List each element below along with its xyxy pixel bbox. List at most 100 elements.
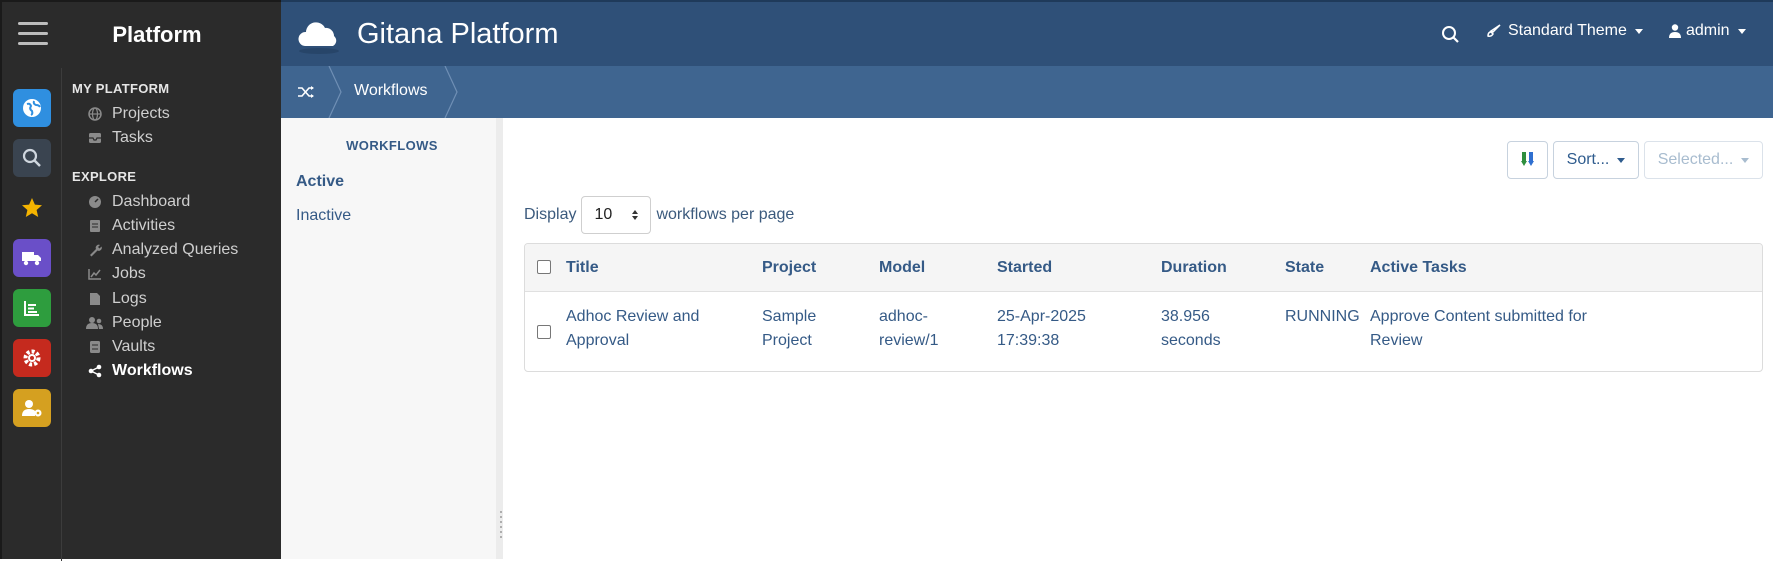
theme-label: Standard Theme bbox=[1508, 22, 1627, 39]
cell-title[interactable]: Adhoc Review and Approval bbox=[566, 305, 736, 353]
user-dropdown[interactable]: admin bbox=[1668, 22, 1746, 40]
chevron-down-icon bbox=[1741, 157, 1750, 163]
breadcrumb: Workflows bbox=[281, 66, 1773, 118]
share-nodes-icon bbox=[86, 362, 104, 380]
column-header-title[interactable]: Title bbox=[566, 259, 599, 277]
sidebar-item-label: Tasks bbox=[112, 129, 153, 146]
sidebar-item-label: Vaults bbox=[112, 338, 156, 355]
select-arrows-icon bbox=[632, 210, 639, 220]
star-icon[interactable] bbox=[13, 189, 51, 227]
export-button[interactable] bbox=[1507, 141, 1548, 179]
column-header-project[interactable]: Project bbox=[762, 259, 816, 277]
shuffle-icon[interactable] bbox=[281, 66, 331, 118]
page-size-value: 10 bbox=[594, 206, 613, 223]
brand-title: Platform bbox=[112, 22, 202, 47]
cloud-logo-icon bbox=[297, 16, 341, 56]
list-chart-icon[interactable] bbox=[13, 289, 51, 327]
hamburger-menu-icon[interactable] bbox=[18, 22, 48, 48]
sidebar-item-label: Jobs bbox=[112, 265, 146, 282]
selected-dropdown[interactable]: Selected... bbox=[1644, 141, 1763, 179]
globe-icon[interactable] bbox=[13, 89, 51, 127]
resize-handle[interactable] bbox=[499, 510, 503, 538]
column-header-model[interactable]: Model bbox=[879, 259, 925, 277]
activity-icon bbox=[86, 217, 104, 235]
workflows-table: Title Project Model Started Duration Sta… bbox=[524, 243, 1763, 372]
sidebar-item-jobs[interactable]: Jobs bbox=[86, 262, 146, 286]
theme-dropdown[interactable]: Standard Theme bbox=[1486, 22, 1643, 40]
section-heading-explore: EXPLORE bbox=[72, 169, 137, 184]
top-header: Gitana Platform Standard Theme admin bbox=[281, 0, 1773, 66]
display-suffix: workflows per page bbox=[656, 206, 795, 223]
breadcrumb-separator bbox=[444, 66, 458, 118]
cell-model: adhoc-review/1 bbox=[879, 308, 939, 349]
chevron-down-icon bbox=[1617, 157, 1626, 163]
left-sidebar: Platform MY PLATFORM Projects Tasks EXPL… bbox=[0, 0, 283, 561]
sidebar-item-label: Logs bbox=[112, 290, 147, 307]
icon-rail bbox=[2, 68, 62, 561]
sidebar-item-projects[interactable]: Projects bbox=[86, 102, 170, 126]
sidebar-item-activities[interactable]: Activities bbox=[86, 214, 175, 238]
vault-icon bbox=[86, 338, 104, 356]
chevron-down-icon bbox=[1634, 28, 1643, 34]
subnav-title: WORKFLOWS bbox=[346, 138, 438, 153]
sidebar-item-workflows[interactable]: Workflows bbox=[86, 359, 193, 383]
select-all-checkbox[interactable] bbox=[537, 260, 551, 274]
subnav-item-active[interactable]: Active bbox=[296, 173, 344, 191]
display-prefix: Display bbox=[524, 206, 577, 223]
sidebar-item-label: People bbox=[112, 314, 162, 331]
sidebar-item-vaults[interactable]: Vaults bbox=[86, 335, 155, 359]
people-icon bbox=[86, 314, 104, 332]
sidebar-item-dashboard[interactable]: Dashboard bbox=[86, 190, 190, 214]
breadcrumb-workflows[interactable]: Workflows bbox=[354, 82, 428, 100]
globe-icon bbox=[86, 105, 104, 123]
sidebar-item-people[interactable]: People bbox=[86, 311, 162, 335]
column-header-active-tasks[interactable]: Active Tasks bbox=[1370, 259, 1467, 277]
table-row[interactable]: Adhoc Review and Approval Sample Project… bbox=[525, 292, 1762, 371]
search-icon[interactable] bbox=[1440, 24, 1462, 46]
column-header-state[interactable]: State bbox=[1285, 259, 1324, 277]
sidebar-item-tasks[interactable]: Tasks bbox=[86, 126, 153, 150]
sidebar-item-label: Projects bbox=[112, 105, 170, 122]
sort-dropdown[interactable]: Sort... bbox=[1553, 141, 1639, 179]
breadcrumb-separator bbox=[328, 66, 342, 118]
row-checkbox[interactable] bbox=[537, 325, 551, 339]
cell-active-tasks[interactable]: Approve Content submitted for Review bbox=[1370, 305, 1610, 353]
app-title: Gitana Platform bbox=[357, 18, 559, 50]
inbox-icon bbox=[86, 129, 104, 147]
download-icon bbox=[1520, 151, 1536, 169]
file-icon bbox=[86, 290, 104, 308]
sidebar-item-label: Activities bbox=[112, 217, 176, 234]
cell-started: 25-Apr-2025 17:39:38 bbox=[997, 308, 1086, 349]
section-heading-my-platform: MY PLATFORM bbox=[72, 81, 170, 96]
selected-label: Selected... bbox=[1657, 151, 1734, 168]
gear-icon[interactable] bbox=[13, 339, 51, 377]
cell-project[interactable]: Sample Project bbox=[762, 305, 852, 353]
column-header-started[interactable]: Started bbox=[997, 259, 1052, 277]
page-size-select[interactable]: 10 bbox=[581, 196, 652, 234]
sidebar-item-analyzed-queries[interactable]: Analyzed Queries bbox=[86, 238, 238, 262]
brush-icon bbox=[1486, 23, 1502, 39]
column-header-duration[interactable]: Duration bbox=[1161, 259, 1227, 277]
sidebar-item-label: Workflows bbox=[112, 362, 193, 379]
user-settings-icon[interactable] bbox=[13, 389, 51, 427]
search-icon[interactable] bbox=[13, 139, 51, 177]
page-size-control: Display 10 workflows per page bbox=[524, 196, 794, 234]
cell-state: RUNNING bbox=[1285, 308, 1360, 325]
user-icon bbox=[1668, 23, 1682, 39]
table-header: Title Project Model Started Duration Sta… bbox=[525, 244, 1762, 292]
wrench-icon bbox=[86, 241, 104, 259]
sort-label: Sort... bbox=[1566, 151, 1610, 168]
workflows-subnav: WORKFLOWS Active Inactive bbox=[281, 118, 503, 559]
sidebar-header: Platform bbox=[2, 2, 283, 68]
sidebar-item-label: Analyzed Queries bbox=[112, 241, 239, 258]
chevron-down-icon bbox=[1737, 28, 1746, 34]
sidebar-item-logs[interactable]: Logs bbox=[86, 287, 147, 311]
chart-icon bbox=[86, 265, 104, 283]
main-content: Sort... Selected... Display 10 workflows… bbox=[510, 118, 1773, 559]
gauge-icon bbox=[86, 193, 104, 211]
truck-icon[interactable] bbox=[13, 239, 51, 277]
sidebar-item-label: Dashboard bbox=[112, 193, 191, 210]
user-label: admin bbox=[1686, 22, 1730, 39]
subnav-item-inactive[interactable]: Inactive bbox=[296, 207, 351, 225]
cell-duration: 38.956 seconds bbox=[1161, 308, 1221, 349]
